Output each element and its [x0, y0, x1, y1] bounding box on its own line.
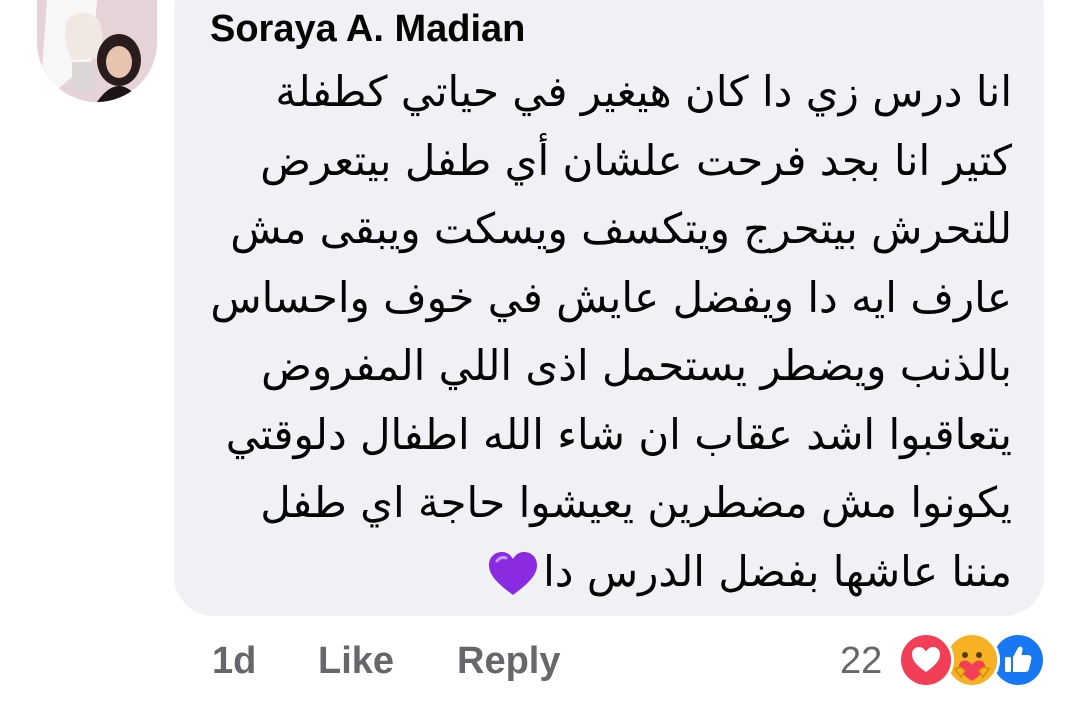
avatar[interactable] [37, 0, 157, 102]
comment-line: عارف ايه دا ويفضل عايش في خوف واحساس [210, 272, 1012, 322]
love-reaction-icon [898, 632, 954, 688]
comment-body: انا درس زي دا كان هيغير في حياتي كطفلة ك… [210, 58, 1012, 607]
reaction-summary[interactable] [898, 632, 1048, 688]
like-button[interactable]: Like [318, 640, 394, 683]
comment-line-last: مننا عاشها بفضل الدرس دا [212, 538, 1012, 607]
comment-line: بالذنب ويضطر يستحمل اذى اللي المفروض [261, 341, 1012, 390]
comment-line: مننا عاشها بفضل الدرس دا [543, 546, 1012, 596]
comment-line: كتير انا بجد فرحت علشان أي طفل بيتعرض [260, 135, 1012, 185]
comment-line: يتعاقبوا اشد عقاب ان شاء الله اطفال دلوق… [225, 409, 1012, 459]
reaction-count[interactable]: 22 [840, 640, 882, 683]
comment-author[interactable]: Soraya A. Madian [210, 8, 525, 51]
comment-line: انا درس زي دا كان هيغير في حياتي كطفلة [275, 67, 1012, 116]
comment-line: للتحرش بيتحرج ويتكسف ويسكت ويبقى مش [230, 204, 1012, 253]
comment-line: يكونوا مش مضطرين يعيشوا حاجة اي طفل [260, 478, 1012, 527]
purple-heart-icon [487, 551, 539, 597]
comment-timestamp[interactable]: 1d [212, 640, 256, 683]
avatar-photo-icon [37, 0, 157, 102]
reply-button[interactable]: Reply [457, 640, 560, 683]
comment-page: Soraya A. Madian انا درس زي دا كان هيغير… [0, 0, 1080, 713]
